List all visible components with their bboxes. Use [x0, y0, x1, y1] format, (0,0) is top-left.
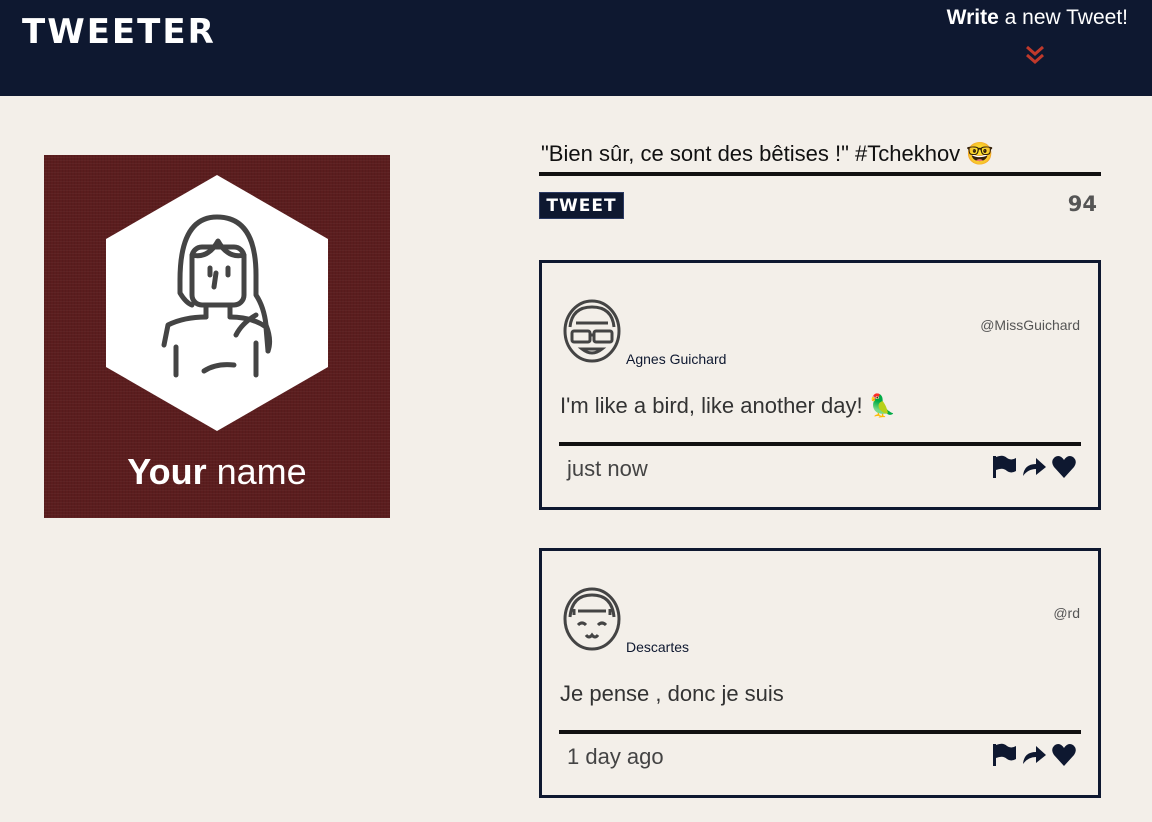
tweet-card: Agnes Guichard @MissGuichard I'm like a … — [539, 260, 1101, 510]
tweet-footer: 1 day ago — [559, 730, 1081, 782]
profile-name-bold: Your — [127, 451, 207, 492]
girl-glasses-avatar-icon — [563, 299, 621, 363]
heart-icon[interactable] — [1051, 454, 1077, 485]
write-label-bold: Write — [946, 6, 999, 29]
tweet-body: I'm like a bird, like another day! 🦜 — [560, 393, 897, 418]
tweet-author-name[interactable]: Agnes Guichard — [626, 351, 726, 367]
tweet-composer: TWEET 94 — [539, 136, 1101, 219]
tweet-body: Je pense , donc je suis — [560, 681, 784, 706]
tweet-timestamp: 1 day ago — [567, 744, 664, 769]
double-chevron-down-icon[interactable] — [1022, 42, 1048, 68]
retweet-icon[interactable] — [1021, 454, 1047, 485]
profile-card: Your name — [44, 155, 390, 518]
write-label-rest: a new Tweet! — [998, 6, 1128, 29]
tweet-card: Descartes @rd Je pense , donc je suis 1 … — [539, 548, 1101, 798]
brand-logo[interactable]: TWEETER — [22, 12, 216, 52]
profile-name-rest: name — [206, 451, 307, 492]
write-new-tweet-toggle[interactable]: Write a new Tweet! — [947, 6, 1128, 30]
tweet-author-name[interactable]: Descartes — [626, 639, 689, 655]
tweet-timestamp: just now — [567, 456, 648, 481]
profile-name: Your name — [44, 451, 390, 493]
flag-icon[interactable] — [991, 454, 1017, 485]
retweet-icon[interactable] — [1021, 742, 1047, 773]
tweet-author-handle[interactable]: @MissGuichard — [980, 317, 1080, 333]
character-counter: 94 — [1067, 192, 1097, 216]
heart-icon[interactable] — [1051, 742, 1077, 773]
woman-avatar-icon — [106, 175, 328, 431]
tweet-footer: just now — [559, 442, 1081, 494]
tweet-actions — [991, 454, 1077, 485]
tweet-text-input[interactable] — [539, 136, 1101, 176]
tweet-author-handle[interactable]: @rd — [1053, 605, 1080, 621]
girl-smile-avatar-icon — [563, 587, 621, 651]
tweet-actions — [991, 742, 1077, 773]
top-nav: TWEETER Write a new Tweet! — [0, 0, 1152, 96]
tweet-button[interactable]: TWEET — [539, 192, 624, 219]
flag-icon[interactable] — [991, 742, 1017, 773]
